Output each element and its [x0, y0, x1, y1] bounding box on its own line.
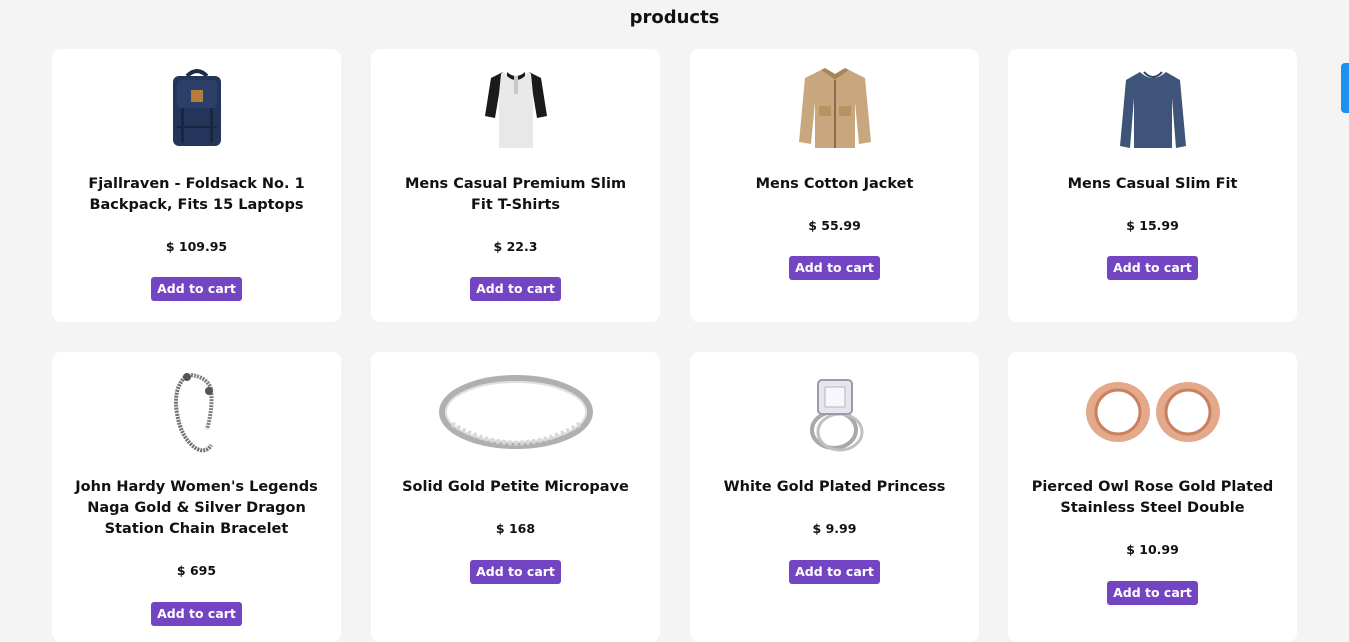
add-to-cart-button[interactable]: Add to cart: [470, 277, 561, 301]
product-price: $ 109.95: [165, 239, 228, 254]
rose-gold-plugs-icon: [1085, 382, 1220, 442]
product-card: Pierced Owl Rose Gold Plated Stainless S…: [1008, 352, 1297, 642]
backpack-icon: [172, 69, 221, 146]
product-card: Fjallraven - Foldsack No. 1 Backpack, Fi…: [52, 49, 341, 322]
product-title[interactable]: Mens Casual Premium Slim Fit T-Shirts: [393, 174, 638, 216]
product-title[interactable]: Mens Casual Slim Fit: [1030, 174, 1275, 195]
product-title[interactable]: John Hardy Women's Legends Naga Gold & S…: [74, 477, 319, 540]
page-title: products: [629, 7, 720, 28]
product-card: Mens Casual Slim Fit $ 15.99 Add to cart: [1008, 49, 1297, 322]
add-to-cart-button[interactable]: Add to cart: [1107, 581, 1198, 605]
product-price: $ 10.99: [1126, 542, 1179, 557]
add-to-cart-button[interactable]: Add to cart: [789, 560, 880, 584]
jacket-icon: [798, 68, 871, 148]
product-card: John Hardy Women's Legends Naga Gold & S…: [52, 352, 341, 642]
product-price: $ 695: [176, 563, 217, 578]
product-card: Mens Cotton Jacket $ 55.99 Add to cart: [690, 49, 979, 322]
product-title[interactable]: White Gold Plated Princess: [712, 477, 957, 498]
add-to-cart-button[interactable]: Add to cart: [1107, 256, 1198, 280]
add-to-cart-button[interactable]: Add to cart: [470, 560, 561, 584]
add-to-cart-button[interactable]: Add to cart: [151, 277, 242, 301]
add-to-cart-button[interactable]: Add to cart: [789, 256, 880, 280]
product-price: $ 22.3: [493, 239, 538, 254]
product-card: White Gold Plated Princess $ 9.99 Add to…: [690, 352, 979, 642]
diamond-ring-icon: [809, 379, 863, 452]
product-card: Solid Gold Petite Micropave $ 168 Add to…: [371, 352, 660, 642]
tshirt-icon: [484, 72, 547, 148]
product-title[interactable]: Pierced Owl Rose Gold Plated Stainless S…: [1030, 477, 1275, 519]
product-card: Mens Casual Premium Slim Fit T-Shirts $ …: [371, 49, 660, 322]
bracelet-icon: [173, 373, 213, 453]
product-title[interactable]: Solid Gold Petite Micropave: [393, 477, 638, 498]
product-price: $ 15.99: [1126, 218, 1179, 233]
add-to-cart-button[interactable]: Add to cart: [151, 602, 242, 626]
product-title[interactable]: Fjallraven - Foldsack No. 1 Backpack, Fi…: [74, 174, 319, 216]
product-title[interactable]: Mens Cotton Jacket: [712, 174, 957, 195]
side-scroll-tab[interactable]: [1341, 63, 1349, 113]
ring-band-icon: [438, 375, 593, 449]
product-price: $ 9.99: [812, 521, 857, 536]
longsleeve-icon: [1119, 71, 1186, 148]
product-price: $ 55.99: [808, 218, 861, 233]
product-price: $ 168: [495, 521, 536, 536]
